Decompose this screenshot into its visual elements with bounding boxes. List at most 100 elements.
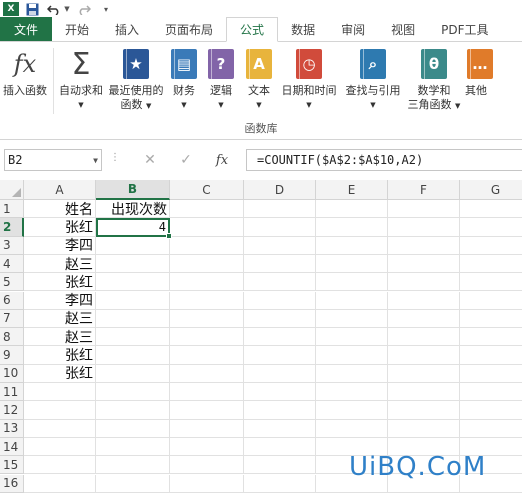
cell-e3[interactable] bbox=[316, 236, 388, 255]
cell-e1[interactable] bbox=[316, 200, 388, 219]
row-header-5[interactable]: 5 bbox=[0, 273, 24, 292]
cell-e6[interactable] bbox=[316, 291, 388, 310]
formula-input[interactable]: =COUNTIF($A$2:$A$10,A2) bbox=[246, 149, 522, 171]
cell-g11[interactable] bbox=[460, 383, 522, 402]
cell-d9[interactable] bbox=[244, 346, 316, 365]
cell-c15[interactable] bbox=[170, 456, 244, 475]
name-box[interactable]: B2 ▼ bbox=[4, 149, 102, 171]
cell-a11[interactable] bbox=[24, 383, 96, 402]
column-header-f[interactable]: F bbox=[388, 180, 460, 200]
tab-view[interactable]: 视图 bbox=[378, 17, 428, 41]
cell-b13[interactable] bbox=[96, 419, 170, 438]
cell-a5[interactable]: 张红 bbox=[24, 273, 96, 292]
fill-handle[interactable] bbox=[166, 232, 172, 239]
cell-d2[interactable] bbox=[244, 218, 316, 237]
cell-a12[interactable] bbox=[24, 401, 96, 420]
lookup-reference-button[interactable]: ⌕ 查找与引用 ▼ bbox=[341, 48, 405, 118]
cell-f5[interactable] bbox=[388, 273, 460, 292]
recent-functions-button[interactable]: ★ 最近使用的 函数 ▼ bbox=[105, 48, 167, 118]
cell-f7[interactable] bbox=[388, 309, 460, 329]
cell-f10[interactable] bbox=[388, 364, 460, 383]
enter-icon[interactable]: ✓ bbox=[176, 151, 196, 169]
cell-d15[interactable] bbox=[244, 456, 316, 475]
row-header-12[interactable]: 12 bbox=[0, 401, 24, 420]
cell-f1[interactable] bbox=[388, 200, 460, 219]
cell-b2[interactable]: 4 bbox=[96, 218, 170, 237]
cell-a3[interactable]: 李四 bbox=[24, 236, 96, 255]
cell-b11[interactable] bbox=[96, 383, 170, 402]
cell-c7[interactable] bbox=[170, 309, 244, 329]
row-header-8[interactable]: 8 bbox=[0, 328, 24, 347]
cell-d8[interactable] bbox=[244, 328, 316, 347]
cell-f2[interactable] bbox=[388, 218, 460, 237]
math-trig-button[interactable]: θ 数学和 三角函数 ▼ bbox=[405, 48, 463, 118]
cell-d16[interactable] bbox=[244, 474, 316, 493]
cell-a2[interactable]: 张红 bbox=[24, 218, 96, 237]
insert-function-button[interactable]: fx 插入函数 bbox=[0, 48, 50, 118]
row-header-16[interactable]: 16 bbox=[0, 474, 24, 493]
cell-g12[interactable] bbox=[460, 401, 522, 420]
cell-c8[interactable] bbox=[170, 328, 244, 347]
cell-c13[interactable] bbox=[170, 419, 244, 438]
cell-a8[interactable]: 赵三 bbox=[24, 328, 96, 347]
cell-d13[interactable] bbox=[244, 419, 316, 438]
tab-formulas[interactable]: 公式 bbox=[226, 17, 279, 42]
tab-page-layout[interactable]: 页面布局 bbox=[152, 17, 226, 41]
chevron-down-icon[interactable]: ▼ bbox=[93, 156, 98, 165]
cancel-icon[interactable]: ✕ bbox=[140, 151, 160, 169]
cell-b14[interactable] bbox=[96, 437, 170, 457]
cell-c16[interactable] bbox=[170, 474, 244, 493]
more-functions-button[interactable]: … 其他 bbox=[463, 48, 493, 118]
cell-d6[interactable] bbox=[244, 291, 316, 310]
cell-g2[interactable] bbox=[460, 218, 522, 237]
date-time-button[interactable]: ◷ 日期和时间 ▼ bbox=[277, 48, 341, 118]
cell-c10[interactable] bbox=[170, 364, 244, 383]
tab-file[interactable]: 文件 bbox=[0, 17, 52, 41]
cell-d4[interactable] bbox=[244, 254, 316, 274]
cell-a10[interactable]: 张红 bbox=[24, 364, 96, 383]
cell-b8[interactable] bbox=[96, 328, 170, 347]
cell-a6[interactable]: 李四 bbox=[24, 291, 96, 310]
cell-e7[interactable] bbox=[316, 309, 388, 329]
cell-f8[interactable] bbox=[388, 328, 460, 347]
cell-c11[interactable] bbox=[170, 383, 244, 402]
cell-b15[interactable] bbox=[96, 456, 170, 475]
row-header-15[interactable]: 15 bbox=[0, 456, 24, 475]
tab-pdf-tools[interactable]: PDF工具 bbox=[428, 17, 501, 41]
cell-e12[interactable] bbox=[316, 401, 388, 420]
cell-c5[interactable] bbox=[170, 273, 244, 292]
cell-e10[interactable] bbox=[316, 364, 388, 383]
undo-dropdown-icon[interactable]: ▼ bbox=[63, 1, 71, 17]
tab-insert[interactable]: 插入 bbox=[102, 17, 152, 41]
cell-a9[interactable]: 张红 bbox=[24, 346, 96, 365]
cell-d12[interactable] bbox=[244, 401, 316, 420]
cell-c14[interactable] bbox=[170, 437, 244, 457]
cell-g1[interactable] bbox=[460, 200, 522, 219]
cell-e13[interactable] bbox=[316, 419, 388, 438]
cell-g8[interactable] bbox=[460, 328, 522, 347]
tab-review[interactable]: 审阅 bbox=[328, 17, 378, 41]
cell-f12[interactable] bbox=[388, 401, 460, 420]
row-header-4[interactable]: 4 bbox=[0, 254, 24, 274]
redo-icon[interactable] bbox=[75, 1, 93, 17]
row-header-13[interactable]: 13 bbox=[0, 419, 24, 438]
cell-c9[interactable] bbox=[170, 346, 244, 365]
logical-button[interactable]: ? 逻辑 ▼ bbox=[201, 48, 241, 118]
cell-f4[interactable] bbox=[388, 254, 460, 274]
cell-g7[interactable] bbox=[460, 310, 522, 329]
cell-f9[interactable] bbox=[388, 346, 460, 365]
cell-d14[interactable] bbox=[244, 437, 316, 457]
cell-g6[interactable] bbox=[460, 292, 522, 310]
cell-c4[interactable] bbox=[170, 254, 244, 274]
cell-c3[interactable] bbox=[170, 236, 244, 255]
cell-d7[interactable] bbox=[244, 309, 316, 329]
save-icon[interactable] bbox=[23, 1, 41, 17]
cell-b16[interactable] bbox=[96, 474, 170, 493]
cell-a7[interactable]: 赵三 bbox=[24, 309, 96, 329]
cell-g5[interactable] bbox=[460, 273, 522, 292]
row-header-9[interactable]: 9 bbox=[0, 346, 24, 365]
column-header-e[interactable]: E bbox=[316, 180, 388, 200]
cell-d1[interactable] bbox=[244, 200, 316, 219]
autosum-button[interactable]: Σ 自动求和 ▼ bbox=[57, 47, 105, 118]
cell-d10[interactable] bbox=[244, 364, 316, 383]
